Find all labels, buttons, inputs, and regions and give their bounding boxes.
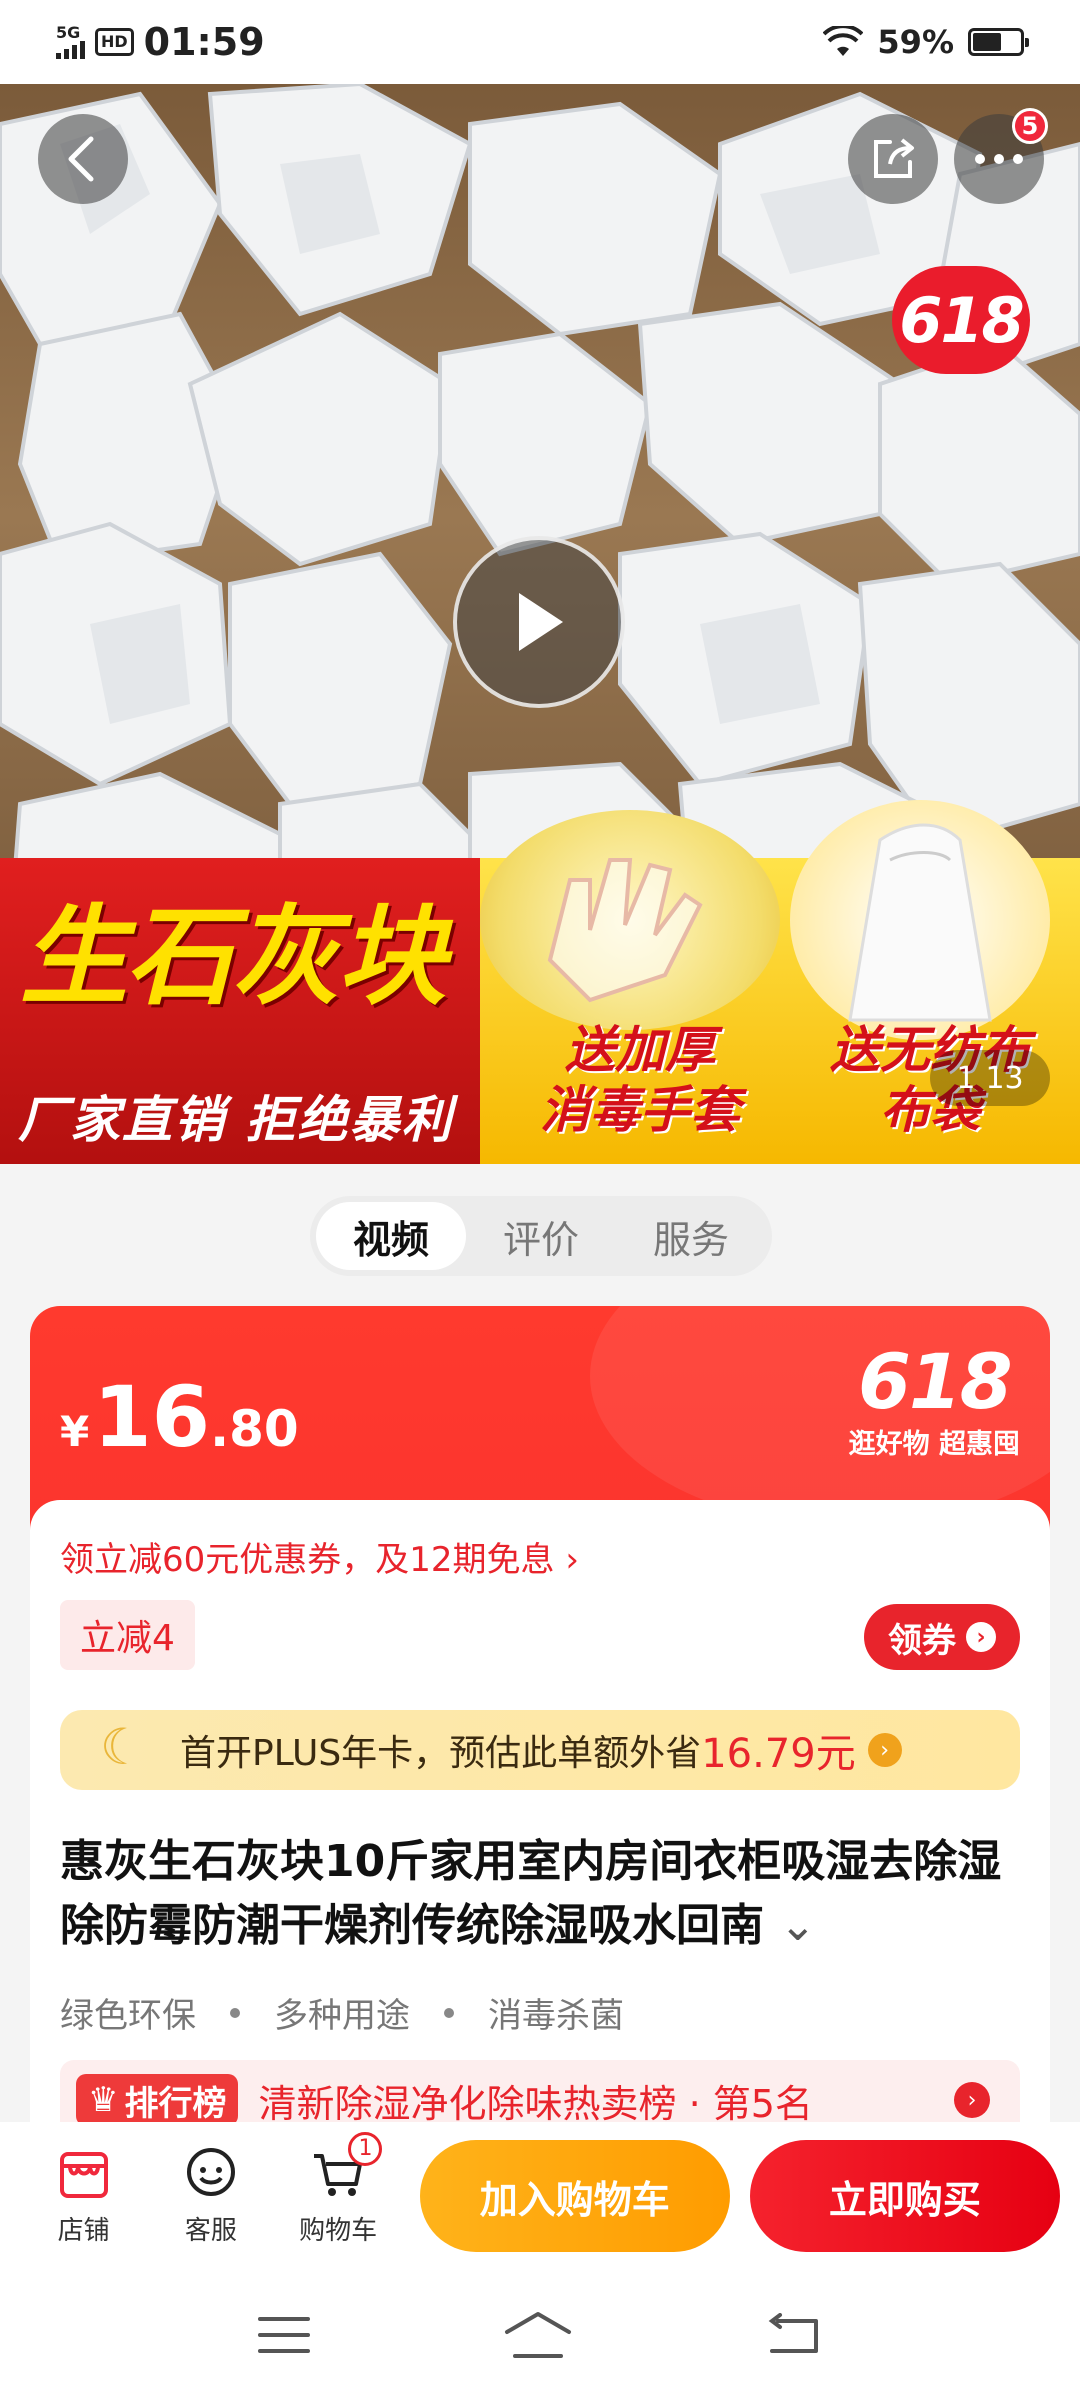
reduce-chip: 立减4 xyxy=(60,1600,195,1670)
price-integer: 16 xyxy=(93,1368,211,1466)
coupon-offer-link[interactable]: 领立减60元优惠券，及12期免息 › xyxy=(60,1532,579,1581)
ranking-badge-label: 排行榜 xyxy=(124,2083,227,2124)
price: ¥ 16 .80 xyxy=(60,1368,299,1466)
price-decimal: .80 xyxy=(210,1400,299,1458)
home-icon[interactable] xyxy=(503,2310,573,2360)
add-to-cart-button[interactable]: 加入购物车 xyxy=(419,2140,730,2252)
image-counter: 1 13 xyxy=(930,1050,1050,1106)
share-icon xyxy=(874,138,914,178)
battery-percent: 59% xyxy=(877,23,954,61)
currency-symbol: ¥ xyxy=(60,1407,90,1456)
media-tabs: 视频 评价 服务 xyxy=(310,1196,772,1276)
get-coupon-label: 领券 xyxy=(888,1620,956,1661)
shop-button[interactable]: 店铺 xyxy=(20,2146,147,2247)
signal-icon: 5G xyxy=(56,25,85,59)
promo-618-badge[interactable]: 618 xyxy=(892,266,1030,374)
gift-gloves-label: 送加厚 消毒手套 xyxy=(540,1021,740,1139)
chevron-right-icon: › xyxy=(954,2082,990,2118)
bag-image xyxy=(790,800,1050,1040)
chat-face-icon xyxy=(183,2146,239,2202)
wifi-icon xyxy=(823,26,864,56)
gloves-image xyxy=(480,810,780,1030)
image-total: 13 xyxy=(985,1060,1024,1096)
bag-icon xyxy=(848,823,992,1022)
back-nav-icon[interactable] xyxy=(764,2313,824,2357)
buy-now-button[interactable]: 立即购买 xyxy=(749,2140,1060,2252)
tab-reviews[interactable]: 评价 xyxy=(466,1202,616,1270)
customer-service-button[interactable]: 客服 xyxy=(147,2146,274,2247)
battery-icon xyxy=(968,28,1029,56)
cart-button[interactable]: 1 购物车 xyxy=(274,2131,401,2247)
ranking-badge: ♛ 排行榜 xyxy=(76,2074,239,2126)
tab-service[interactable]: 服务 xyxy=(616,1202,766,1270)
status-bar: 5G HD 01:59 59% xyxy=(0,0,1080,84)
cart-count-badge: 1 xyxy=(348,2131,383,2166)
system-nav-bar xyxy=(0,2270,1080,2400)
clock: 01:59 xyxy=(143,20,265,64)
product-tags: 绿色环保 多种用途 消毒杀菌 xyxy=(60,1988,624,2037)
plus-membership-bar[interactable]: ☾ 首开PLUS年卡，预估此单额外省 16.79元 › xyxy=(60,1710,1020,1790)
play-icon xyxy=(519,593,563,651)
gift-gloves-text: 送加厚 消毒手套 xyxy=(510,1020,770,1140)
network-type: 5G xyxy=(56,23,81,42)
get-coupon-button[interactable]: 领券 › xyxy=(864,1604,1020,1670)
notification-badge: 5 xyxy=(1012,108,1048,144)
more-icon xyxy=(975,154,1023,164)
product-title-text: 惠灰生石灰块10斤家用室内房间衣柜吸湿去除湿除防霉防潮干燥剂传统除湿吸水回南 xyxy=(60,1836,1002,1951)
chevron-right-icon: › xyxy=(966,1622,996,1652)
bottom-action-bar: 店铺 客服 1 购物车 加入购物车 立即购买 xyxy=(0,2122,1080,2270)
plus-savings: 16.79元 xyxy=(701,1731,856,1777)
customer-service-label: 客服 xyxy=(184,2215,237,2246)
promo-618-number: 618 xyxy=(857,1337,1013,1426)
expand-chevron-icon[interactable]: ⌄ xyxy=(779,1900,816,1951)
play-video-button[interactable] xyxy=(453,536,625,708)
status-left: 5G HD 01:59 xyxy=(56,20,265,64)
chevron-right-icon: › xyxy=(867,1733,902,1767)
banner-subtitle: 厂家直销 拒绝暴利 xyxy=(18,1091,454,1149)
ranking-text: 清新除湿净化除味热卖榜 · 第5名 xyxy=(258,2081,813,2126)
dot-separator xyxy=(444,2007,454,2018)
menu-icon[interactable] xyxy=(256,2313,312,2357)
product-title[interactable]: 惠灰生石灰块10斤家用室内房间衣柜吸湿去除湿除防霉防潮干燥剂传统除湿吸水回南 ⌄ xyxy=(60,1830,1020,1958)
promo-618-slogan: 逛好物 超惠囤 xyxy=(848,1429,1020,1460)
banner-title: 生石灰块 xyxy=(20,895,446,1020)
status-right: 59% xyxy=(823,23,1029,61)
tab-video[interactable]: 视频 xyxy=(316,1202,466,1270)
more-button[interactable]: 5 xyxy=(954,108,1048,204)
back-button[interactable] xyxy=(38,114,128,204)
tag: 多种用途 xyxy=(274,1996,410,2036)
moon-icon: ☾ xyxy=(100,1718,145,1776)
glove-icon xyxy=(547,858,703,1003)
trophy-icon: ♛ xyxy=(88,2080,119,2120)
dot-separator xyxy=(230,2007,240,2018)
image-index: 1 xyxy=(956,1060,976,1096)
plus-text: 首开PLUS年卡，预估此单额外省 xyxy=(180,1733,702,1774)
promo-618-label[interactable]: 618 逛好物 超惠囤 xyxy=(849,1342,1020,1461)
cart-label: 购物车 xyxy=(299,2215,378,2246)
share-button[interactable] xyxy=(848,114,938,204)
tag: 消毒杀菌 xyxy=(488,1996,624,2036)
hd-icon: HD xyxy=(95,28,134,56)
shop-icon xyxy=(56,2146,112,2202)
shop-label: 店铺 xyxy=(57,2215,110,2246)
back-arrow-icon xyxy=(68,136,94,182)
tag: 绿色环保 xyxy=(60,1996,196,2036)
